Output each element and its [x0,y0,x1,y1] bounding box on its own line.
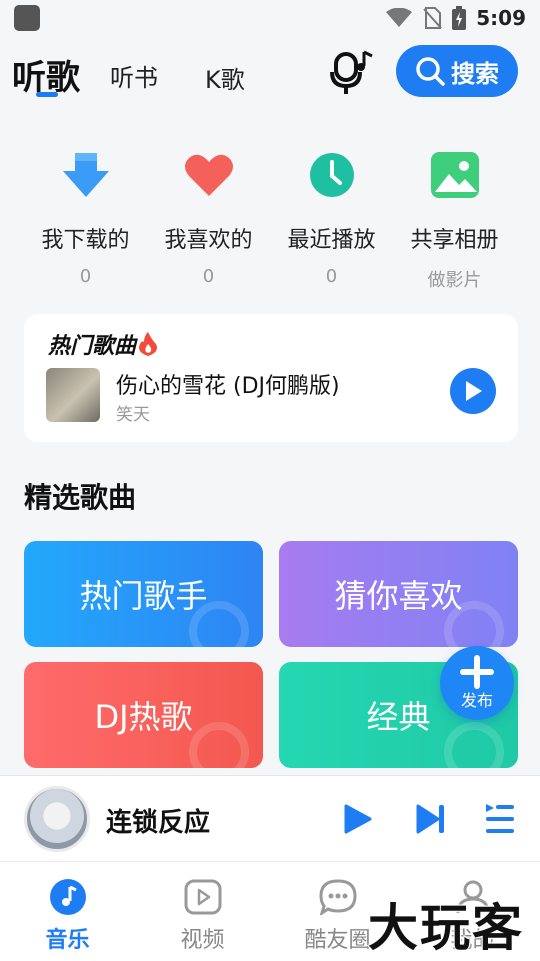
voice-search-button[interactable] [330,50,374,96]
bottom-nav-video[interactable]: 视频 [135,862,270,961]
tile-hot-singers[interactable]: 热门歌手 [24,541,263,647]
search-button[interactable]: 搜索 [396,45,518,97]
hot-songs-title-text: 热门歌曲 [48,334,137,359]
quick-action-count: 0 [202,266,215,287]
player-playlist-button[interactable] [484,802,516,840]
publish-button[interactable]: 发布 [440,646,514,720]
tile-label: 热门歌手 [79,577,208,615]
player-play-button[interactable] [340,802,374,840]
quick-action-label: 共享相册 [410,228,499,253]
tile-guess-you-like[interactable]: 猜你喜欢 [279,541,518,647]
flame-icon [139,332,158,356]
bottom-nav-music[interactable]: 音乐 [0,862,135,961]
play-icon [466,381,482,401]
chat-bubble-icon [318,878,357,916]
quick-action-label: 我下载的 [41,228,130,253]
wifi-icon [386,8,413,27]
tile-decoration [444,722,504,768]
tab-audiobook[interactable]: 听书 [110,58,158,93]
tile-label: DJ热歌 [94,698,193,736]
quick-action-count: 0 [79,266,92,287]
bottom-nav-label: 酷友圈 [304,928,371,953]
quick-action-subtitle: 做影片 [427,270,482,291]
app-notification-icon [14,5,40,31]
active-tab-indicator [36,92,58,97]
now-playing-title: 连锁反应 [106,808,211,838]
top-nav: 听歌 听书 K歌 搜索 [0,44,540,104]
quick-actions: 我下载的 0 我喜欢的 0 最近播放 0 共享相册 做影片 [0,150,540,292]
watermark-text: 大玩客 [367,898,524,958]
quick-action-favorites[interactable]: 我喜欢的 0 [147,150,270,292]
quick-action-downloads[interactable]: 我下载的 0 [24,150,147,292]
microphone-music-icon [330,50,373,94]
mini-player[interactable]: 连锁反应 [0,775,540,861]
featured-section-title: 精选歌曲 [24,481,137,514]
hot-songs-title: 热门歌曲 [48,328,158,360]
song-cover-image [46,368,100,422]
play-icon [344,804,372,834]
video-play-icon [184,878,222,916]
quick-action-label: 我喜欢的 [164,228,253,253]
song-artist: 笑天 [116,405,150,425]
tile-decoration [189,601,249,647]
search-icon [416,57,445,86]
tile-decoration [189,722,249,768]
publish-label: 发布 [460,691,493,710]
quick-action-label: 最近播放 [287,228,376,253]
clock-icon [307,150,357,200]
heart-icon [184,150,234,200]
hot-songs-card[interactable]: 热门歌曲 伤心的雪花 (DJ何鹏版) 笑天 [24,314,518,442]
status-bar: 5:09 [0,0,540,36]
quick-action-count: 0 [325,266,338,287]
tile-label: 猜你喜欢 [334,577,463,615]
no-sim-icon [423,7,442,29]
bottom-nav-label: 视频 [180,928,225,953]
status-time: 5:09 [476,6,526,30]
play-hot-song-button[interactable] [450,368,496,414]
now-playing-cover[interactable] [24,786,90,852]
photo-album-icon [430,150,480,200]
quick-action-shared-album[interactable]: 共享相册 做影片 [393,150,516,292]
bottom-nav-label: 音乐 [45,928,90,953]
quick-action-recent[interactable]: 最近播放 0 [270,150,393,292]
plus-icon [460,655,494,689]
status-indicators: 5:09 [386,6,526,30]
search-button-label: 搜索 [451,59,499,88]
song-title: 伤心的雪花 (DJ何鹏版) [116,374,340,399]
tile-label: 经典 [366,698,431,736]
player-next-button[interactable] [414,802,448,840]
playlist-icon [486,804,514,833]
music-note-icon [49,878,87,916]
download-arrow-icon [61,150,111,200]
tile-dj-hits[interactable]: DJ热歌 [24,662,263,768]
tile-decoration [444,601,504,647]
tab-karaoke[interactable]: K歌 [205,60,245,95]
battery-icon [452,6,467,30]
skip-next-icon [416,804,444,834]
